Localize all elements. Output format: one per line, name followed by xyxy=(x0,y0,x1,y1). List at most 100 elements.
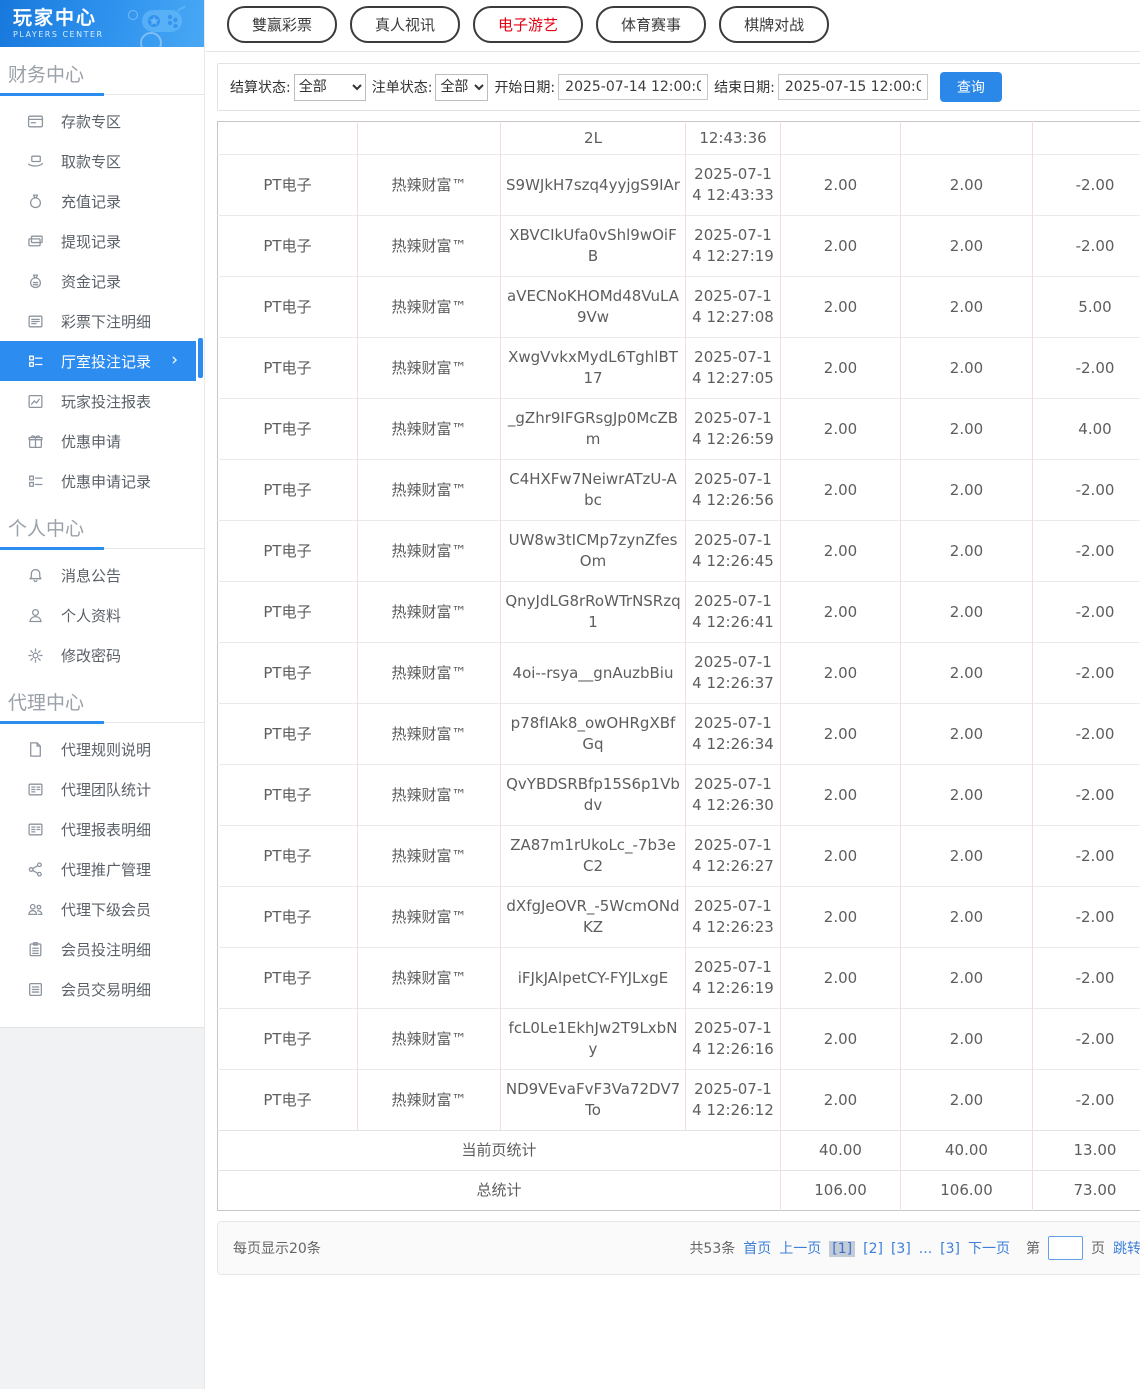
cell-order-id: QvYBDSRBfp15S6p1Vbdv xyxy=(500,764,686,826)
nav-pill-真人视讯[interactable]: 真人视讯 xyxy=(350,6,461,43)
sidebar-item-label: 提现记录 xyxy=(61,232,122,251)
sidebar-item-withdraw-record[interactable]: 提现记录 xyxy=(0,221,204,261)
cell-time: 2025-07-14 12:26:30 xyxy=(685,764,781,826)
cell-result: -2.00 xyxy=(1032,154,1140,216)
nav-pill-电子游艺[interactable]: 电子游艺 xyxy=(473,6,584,43)
sidebar-item-agent-promo[interactable]: 代理推广管理 xyxy=(0,849,204,889)
cell-bet: 2.00 xyxy=(780,337,901,399)
cell-platform: PT电子 xyxy=(217,886,358,948)
cell-platform: PT电子 xyxy=(217,1008,358,1070)
sidebar-item-hall-bets[interactable]: 厅室投注记录 › xyxy=(0,341,196,381)
table-row: PT电子 热辣财富™ ND9VEvaFvF3Va72DV7To 2025-07-14 … xyxy=(217,1069,1140,1131)
settle-status-select[interactable]: 全部 xyxy=(293,73,366,101)
summary-bet: 106.00 xyxy=(780,1170,901,1211)
deposit-icon xyxy=(27,113,44,130)
sidebar-item-password[interactable]: 修改密码 xyxy=(0,635,204,675)
cell-time: 2025-07-14 12:26:59 xyxy=(685,398,781,460)
jump-page-input[interactable] xyxy=(1048,1236,1083,1260)
page-link[interactable]: 下一页 xyxy=(968,1241,1010,1257)
sidebar-item-deposit[interactable]: 存款专区 xyxy=(0,101,204,141)
end-date-input[interactable] xyxy=(777,74,928,100)
cell-order-id: S9WJkH7szq4yyjgS9IAr xyxy=(500,154,686,216)
page-link[interactable]: [2] xyxy=(863,1241,883,1257)
sidebar-item-withdraw[interactable]: 取款专区 xyxy=(0,141,204,181)
sidebar-item-member-trans[interactable]: 会员交易明细 xyxy=(0,969,204,1009)
sidebar-item-promo-record[interactable]: 优惠申请记录 xyxy=(0,461,204,501)
sidebar-item-label: 存款专区 xyxy=(61,112,122,131)
start-date-input[interactable] xyxy=(558,74,709,100)
sidebar-item-lottery-bets[interactable]: 彩票下注明细 xyxy=(0,301,204,341)
sidebar-item-profile[interactable]: 个人资料 xyxy=(0,595,204,635)
cell-valid: 2.00 xyxy=(900,215,1033,277)
page-link[interactable]: 首页 xyxy=(743,1241,771,1257)
cell-order-id: XwgVvkxMydL6TghlBT17 xyxy=(500,337,686,399)
sidebar-item-label: 代理报表明细 xyxy=(61,820,152,839)
sidebar-scrollbar[interactable] xyxy=(198,338,203,378)
sidebar-item-player-report[interactable]: 玩家投注报表 xyxy=(0,381,204,421)
sidebar-item-funds-record[interactable]: 资金记录 xyxy=(0,261,204,301)
profile-icon xyxy=(27,607,44,624)
cell-game: 热辣财富™ xyxy=(357,520,501,582)
cell-valid: 2.00 xyxy=(900,581,1033,643)
cell-order-id: fcL0Le1EkhJw2T9LxbNy xyxy=(500,1008,686,1070)
sidebar-item-agent-rules[interactable]: 代理规则说明 xyxy=(0,729,204,769)
order-status-select[interactable]: 全部 xyxy=(435,73,489,101)
section-divider xyxy=(0,547,204,550)
nav-pill-体育赛事[interactable]: 体育赛事 xyxy=(596,6,707,43)
cell-bet: 2.00 xyxy=(780,459,901,521)
chevron-right-icon: › xyxy=(171,350,178,370)
nav-pill-棋牌对战[interactable]: 棋牌对战 xyxy=(719,6,830,43)
cell-game: 热辣财富™ xyxy=(357,1008,501,1070)
table-row: PT电子 热辣财富™ fcL0Le1EkhJw2T9LxbNy 2025-07-14 … xyxy=(217,1008,1140,1070)
cell-game: 热辣财富™ xyxy=(357,459,501,521)
bubble-decoration xyxy=(140,32,162,47)
sidebar-menu: 财务中心 存款专区 取款专区 充值记录 提现记录 资金记录 彩票下注明细 厅室投注记录 › 玩家投… xyxy=(0,47,204,1009)
cell-bet: 2.00 xyxy=(780,947,901,1009)
cell-valid: 2.00 xyxy=(900,520,1033,582)
cell-result: -2.00 xyxy=(1032,947,1140,1009)
page-link[interactable]: [3] xyxy=(891,1241,911,1257)
cell-result: -2.00 xyxy=(1032,1008,1140,1070)
summary-row: 总统计 106.00 106.00 73.00 xyxy=(217,1170,1140,1211)
cell-time: 2025-07-14 12:26:27 xyxy=(685,825,781,887)
sidebar-item-agent-report[interactable]: 代理报表明细 xyxy=(0,809,204,849)
section-divider xyxy=(0,93,204,96)
sidebar-section-title: 个人中心 xyxy=(8,518,85,540)
sidebar-item-agent-team[interactable]: 代理团队统计 xyxy=(0,769,204,809)
cell-valid: 2.00 xyxy=(900,337,1033,399)
table-row-partial: 2L 12:43:36 xyxy=(218,121,1140,155)
sidebar-item-recharge-record[interactable]: 充值记录 xyxy=(0,181,204,221)
cell-time: 2025-07-14 12:26:56 xyxy=(685,459,781,521)
player-report-icon xyxy=(27,393,44,410)
cell-game: 热辣财富™ xyxy=(357,764,501,826)
sidebar-item-label: 玩家投注报表 xyxy=(61,392,152,411)
nav-pill-雙赢彩票[interactable]: 雙赢彩票 xyxy=(227,6,338,43)
cell-order-id: ZA87m1rUkoLc_-7b3eC2 xyxy=(500,825,686,887)
order-status-label: 注单状态: xyxy=(371,80,433,96)
sidebar-item-member-bets[interactable]: 会员投注明细 xyxy=(0,929,204,969)
jump-button[interactable]: 跳转 xyxy=(1113,1238,1140,1258)
cell-result: -2.00 xyxy=(1032,703,1140,765)
cell-result xyxy=(1032,121,1140,155)
table-row: PT电子 热辣财富™ dXfgJeOVR_-5WcmONdKZ 2025-07-14 … xyxy=(217,886,1140,948)
cell-bet xyxy=(780,121,901,155)
sidebar-item-label: 会员交易明细 xyxy=(61,980,152,999)
withdraw-icon xyxy=(27,153,44,170)
cell-result: -2.00 xyxy=(1032,581,1140,643)
page-link[interactable]: [3] xyxy=(940,1241,960,1257)
page-link[interactable]: 上一页 xyxy=(779,1241,821,1257)
cell-result: -2.00 xyxy=(1032,459,1140,521)
search-button[interactable]: 查询 xyxy=(939,72,1002,102)
sidebar-item-promo-apply[interactable]: 优惠申请 xyxy=(0,421,204,461)
cell-valid: 2.00 xyxy=(900,703,1033,765)
table-row: PT电子 热辣财富™ QnyJdLG8rRoWTrNSRzq1 2025-07-14 … xyxy=(217,581,1140,643)
cell-bet: 2.00 xyxy=(780,703,901,765)
cell-platform: PT电子 xyxy=(217,825,358,887)
lottery-bets-icon xyxy=(27,313,44,330)
table-row: PT电子 热辣财富™ iFJkJAlpetCY-FYJLxgE 2025-07-14 … xyxy=(217,947,1140,1009)
funds-record-icon xyxy=(27,273,44,290)
sidebar-item-agent-members[interactable]: 代理下级会员 xyxy=(0,889,204,929)
cell-bet: 2.00 xyxy=(780,520,901,582)
sidebar-item-message[interactable]: 消息公告 xyxy=(0,555,204,595)
bubble-decoration xyxy=(128,10,138,20)
